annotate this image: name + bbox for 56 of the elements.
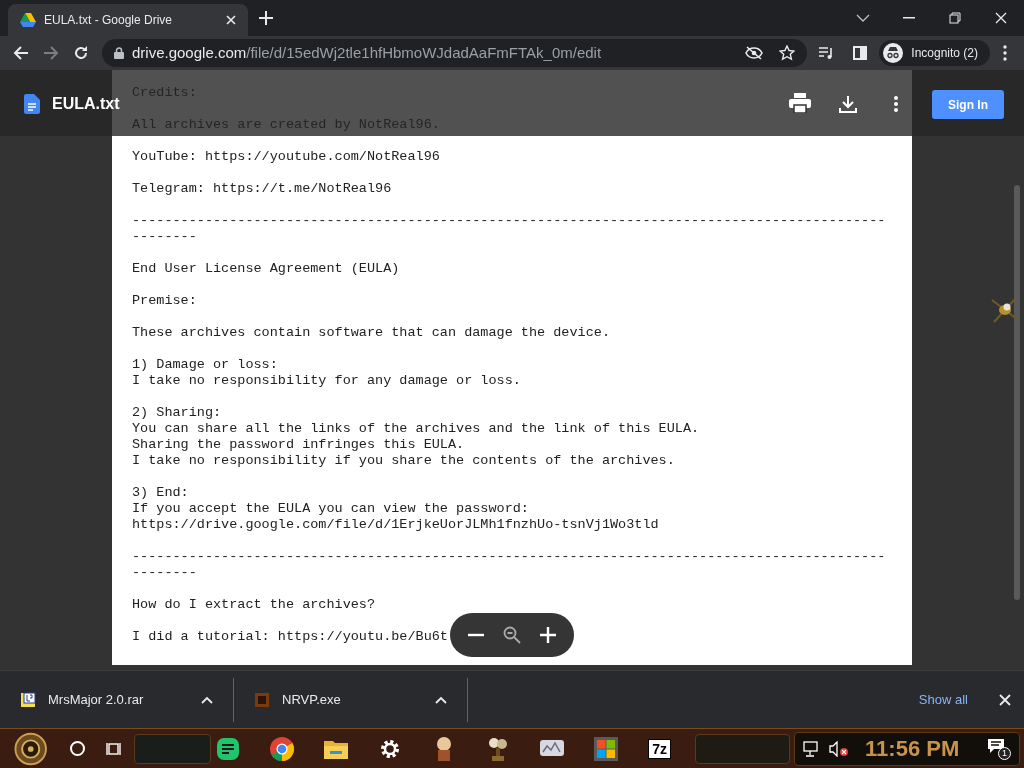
download-name: NRVP.exe	[282, 690, 341, 709]
text-line: How do I extract the archives?	[132, 597, 376, 613]
text-line: 2) Sharing:	[132, 405, 222, 421]
url-text: drive.google.com/file/d/15edWj2tle1hfHbmoWJdadAaFmFTAk_0m/edit	[132, 42, 602, 63]
eye-slash-icon[interactable]	[745, 46, 764, 60]
settings-icon[interactable]	[378, 737, 401, 760]
incognito-icon	[883, 43, 904, 63]
zoom-reset-icon[interactable]	[503, 626, 521, 644]
archiver-icon[interactable]: 7z	[648, 738, 672, 759]
download-item[interactable]: NRVP.exe	[234, 677, 468, 722]
archive-icon	[20, 691, 36, 708]
text-line: If you accept the EULA you can view the password:	[132, 501, 529, 517]
download-name: MrsMajor 2.0.rar	[48, 690, 144, 709]
text-line: Sharing the password infringes this EULA.	[132, 437, 465, 453]
text-line: 1) Damage or loss:	[132, 357, 278, 373]
chevron-up-icon[interactable]	[435, 695, 447, 704]
print-icon[interactable]	[788, 92, 812, 114]
store-icon[interactable]	[593, 736, 618, 761]
tab-title: EULA.txt - Google Drive	[44, 12, 173, 29]
muted-speaker-icon[interactable]	[829, 740, 850, 757]
program-icon	[254, 691, 270, 708]
zoom-out-icon[interactable]	[467, 633, 484, 637]
scrollbar[interactable]	[1014, 185, 1020, 600]
text-line: YouTube: https://youtube.com/NotReal96	[132, 149, 440, 165]
download-icon[interactable]	[838, 94, 858, 114]
text-line: https://drive.google.com/file/d/1ErjkeUorJLMh1fnzhUo-tsnVj1Wo3tld	[132, 517, 659, 533]
insect-icon	[990, 296, 1020, 324]
download-item[interactable]: MrsMajor 2.0.rar	[0, 677, 234, 722]
text-line: These archives contain software that can damage the device.	[132, 325, 610, 341]
close-icon[interactable]	[998, 692, 1012, 707]
notes-app-icon[interactable]	[215, 736, 240, 761]
incognito-button[interactable]: Incognito (2)	[879, 40, 990, 66]
document-icon	[24, 94, 40, 114]
chevron-up-icon[interactable]	[201, 695, 213, 704]
text-line: You can share all the links of the archives and the link of this EULA.	[132, 421, 700, 437]
text-line: -----------------------------------------------------------------------------------------------------	[132, 213, 887, 245]
text-line: -----------------------------------------------------------------------------------------------------	[132, 549, 887, 581]
text-line: I take no responsibility if you share the contents of the archives.	[132, 453, 675, 469]
text-line: End User License Agreement (EULA)	[132, 261, 400, 277]
file-name: EULA.txt	[52, 94, 120, 114]
text-line: Premise:	[132, 293, 197, 309]
star-icon[interactable]	[779, 45, 796, 61]
browser-tab[interactable]: EULA.txt - Google Drive	[8, 4, 248, 36]
address-bar[interactable]: drive.google.com/file/d/15edWj2tle1hfHbmoWJdadAaFmFTAk_0m/edit	[102, 39, 808, 67]
show-all-link[interactable]: Show all	[918, 689, 968, 710]
text-line: Telegram: https://t.me/NotReal96	[132, 181, 392, 197]
close-tab-icon[interactable]	[226, 15, 236, 25]
clock[interactable]: 11:56 PM	[865, 732, 960, 765]
text-line: I take no responsibility for any damage or loss.	[132, 373, 521, 389]
zoom-in-icon[interactable]	[540, 627, 557, 643]
lock-icon	[114, 47, 124, 59]
chrome-icon[interactable]	[268, 735, 295, 762]
text-line: 3) End:	[132, 485, 189, 501]
drive-icon	[20, 13, 36, 27]
text-line: I did a tutorial: https://youtu.be/Bu6t	[132, 629, 448, 645]
new-tab-icon[interactable]	[258, 10, 274, 26]
